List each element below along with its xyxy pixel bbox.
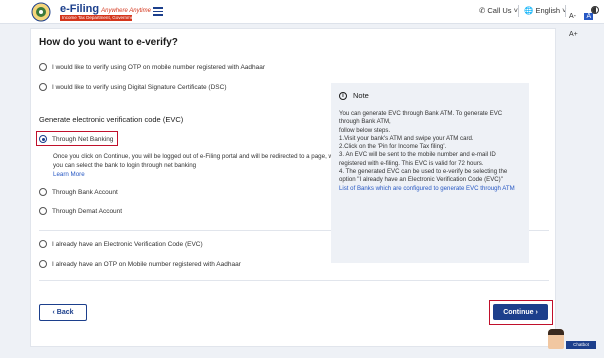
chatbot-avatar-hair: [548, 329, 564, 335]
logo-title[interactable]: e-Filing Anywhere Anytime: [60, 3, 151, 15]
note-line: You can generate EVC through Bank ATM. T…: [339, 110, 503, 126]
call-us-label: Call Us: [487, 6, 512, 15]
note-line: 1.Visit your bank's ATM and swipe your A…: [339, 134, 474, 142]
note-line: 4. The generated EVC can be used to e-ve…: [339, 168, 508, 184]
logo-tagline: Anywhere Anytime: [101, 8, 151, 14]
font-decrease-button[interactable]: A-: [569, 13, 576, 20]
note-line: 3. An EVC will be sent to the mobile num…: [339, 151, 496, 167]
radio-button[interactable]: [39, 240, 47, 248]
font-normal-button[interactable]: A: [584, 13, 594, 20]
note-panel: i Note You can generate EVC through Bank…: [331, 83, 529, 263]
header-divider: [565, 5, 566, 17]
chatbot-label: Chatbot: [566, 341, 596, 349]
option-label: I already have an OTP on Mobile number r…: [52, 260, 241, 268]
radio-button[interactable]: [39, 63, 47, 71]
note-line: 2.Click on the 'Pin for Income Tax filin…: [339, 143, 447, 151]
bank-list-link[interactable]: List of Banks which are configured to ge…: [339, 185, 521, 193]
top-header: e-Filing Anywhere Anytime Income Tax Depa…: [0, 0, 604, 38]
note-line: follow below steps.: [339, 126, 391, 134]
option-label: I would like to verify using Digital Sig…: [52, 83, 227, 91]
radio-button[interactable]: [39, 83, 47, 91]
section-divider: [39, 280, 549, 281]
option-net-banking[interactable]: Through Net Banking: [39, 135, 113, 143]
language-dropdown[interactable]: 🌐 English ˅: [524, 6, 567, 15]
back-button[interactable]: ‹ Back: [39, 304, 87, 321]
emblem-logo-icon[interactable]: [30, 2, 52, 22]
option-label: Through Net Banking: [52, 135, 114, 143]
radio-button-checked[interactable]: [39, 135, 47, 143]
chatbot-widget[interactable]: Chatbot: [548, 329, 598, 351]
contrast-icon[interactable]: [591, 6, 599, 14]
evc-section-label: Generate electronic verification code (E…: [39, 115, 184, 124]
option-have-evc[interactable]: I already have an Electronic Verificatio…: [39, 240, 203, 248]
radio-button[interactable]: [39, 260, 47, 268]
continue-button[interactable]: Continue ›: [493, 304, 548, 320]
note-heading: i Note: [339, 91, 521, 100]
font-increase-button[interactable]: A+: [569, 31, 578, 38]
option-label: I would like to verify using OTP on mobi…: [52, 63, 266, 71]
net-banking-description: Once you click on Continue, you will be …: [53, 153, 346, 169]
option-label: Through Bank Account: [52, 188, 118, 196]
option-label: I already have an Electronic Verificatio…: [52, 240, 203, 248]
continue-highlight: Continue ›: [489, 300, 553, 325]
option-otp-aadhaar[interactable]: I would like to verify using OTP on mobi…: [39, 63, 265, 71]
info-icon: i: [339, 91, 347, 100]
option-have-otp[interactable]: I already have an OTP on Mobile number r…: [39, 260, 241, 268]
call-us-dropdown[interactable]: ✆ Call Us ˅: [479, 6, 518, 15]
radio-button[interactable]: [39, 188, 47, 196]
e-verify-card: How do you want to e-verify? I would lik…: [30, 28, 556, 347]
page-title: How do you want to e-verify?: [39, 37, 178, 48]
option-dsc[interactable]: I would like to verify using Digital Sig…: [39, 83, 226, 91]
globe-icon: 🌐: [524, 6, 534, 15]
option-label: Through Demat Account: [52, 207, 123, 215]
note-title: Note: [353, 91, 369, 100]
option-bank-account[interactable]: Through Bank Account: [39, 188, 118, 196]
language-label: English: [535, 6, 561, 15]
hamburger-menu-icon[interactable]: [153, 7, 163, 18]
phone-icon: ✆: [479, 6, 486, 15]
option-demat-account[interactable]: Through Demat Account: [39, 207, 122, 215]
logo-subtitle: Income Tax Department, Government of Ind…: [60, 15, 132, 21]
radio-button[interactable]: [39, 207, 47, 215]
learn-more-link[interactable]: Learn More: [53, 171, 85, 178]
header-divider: [518, 5, 519, 17]
